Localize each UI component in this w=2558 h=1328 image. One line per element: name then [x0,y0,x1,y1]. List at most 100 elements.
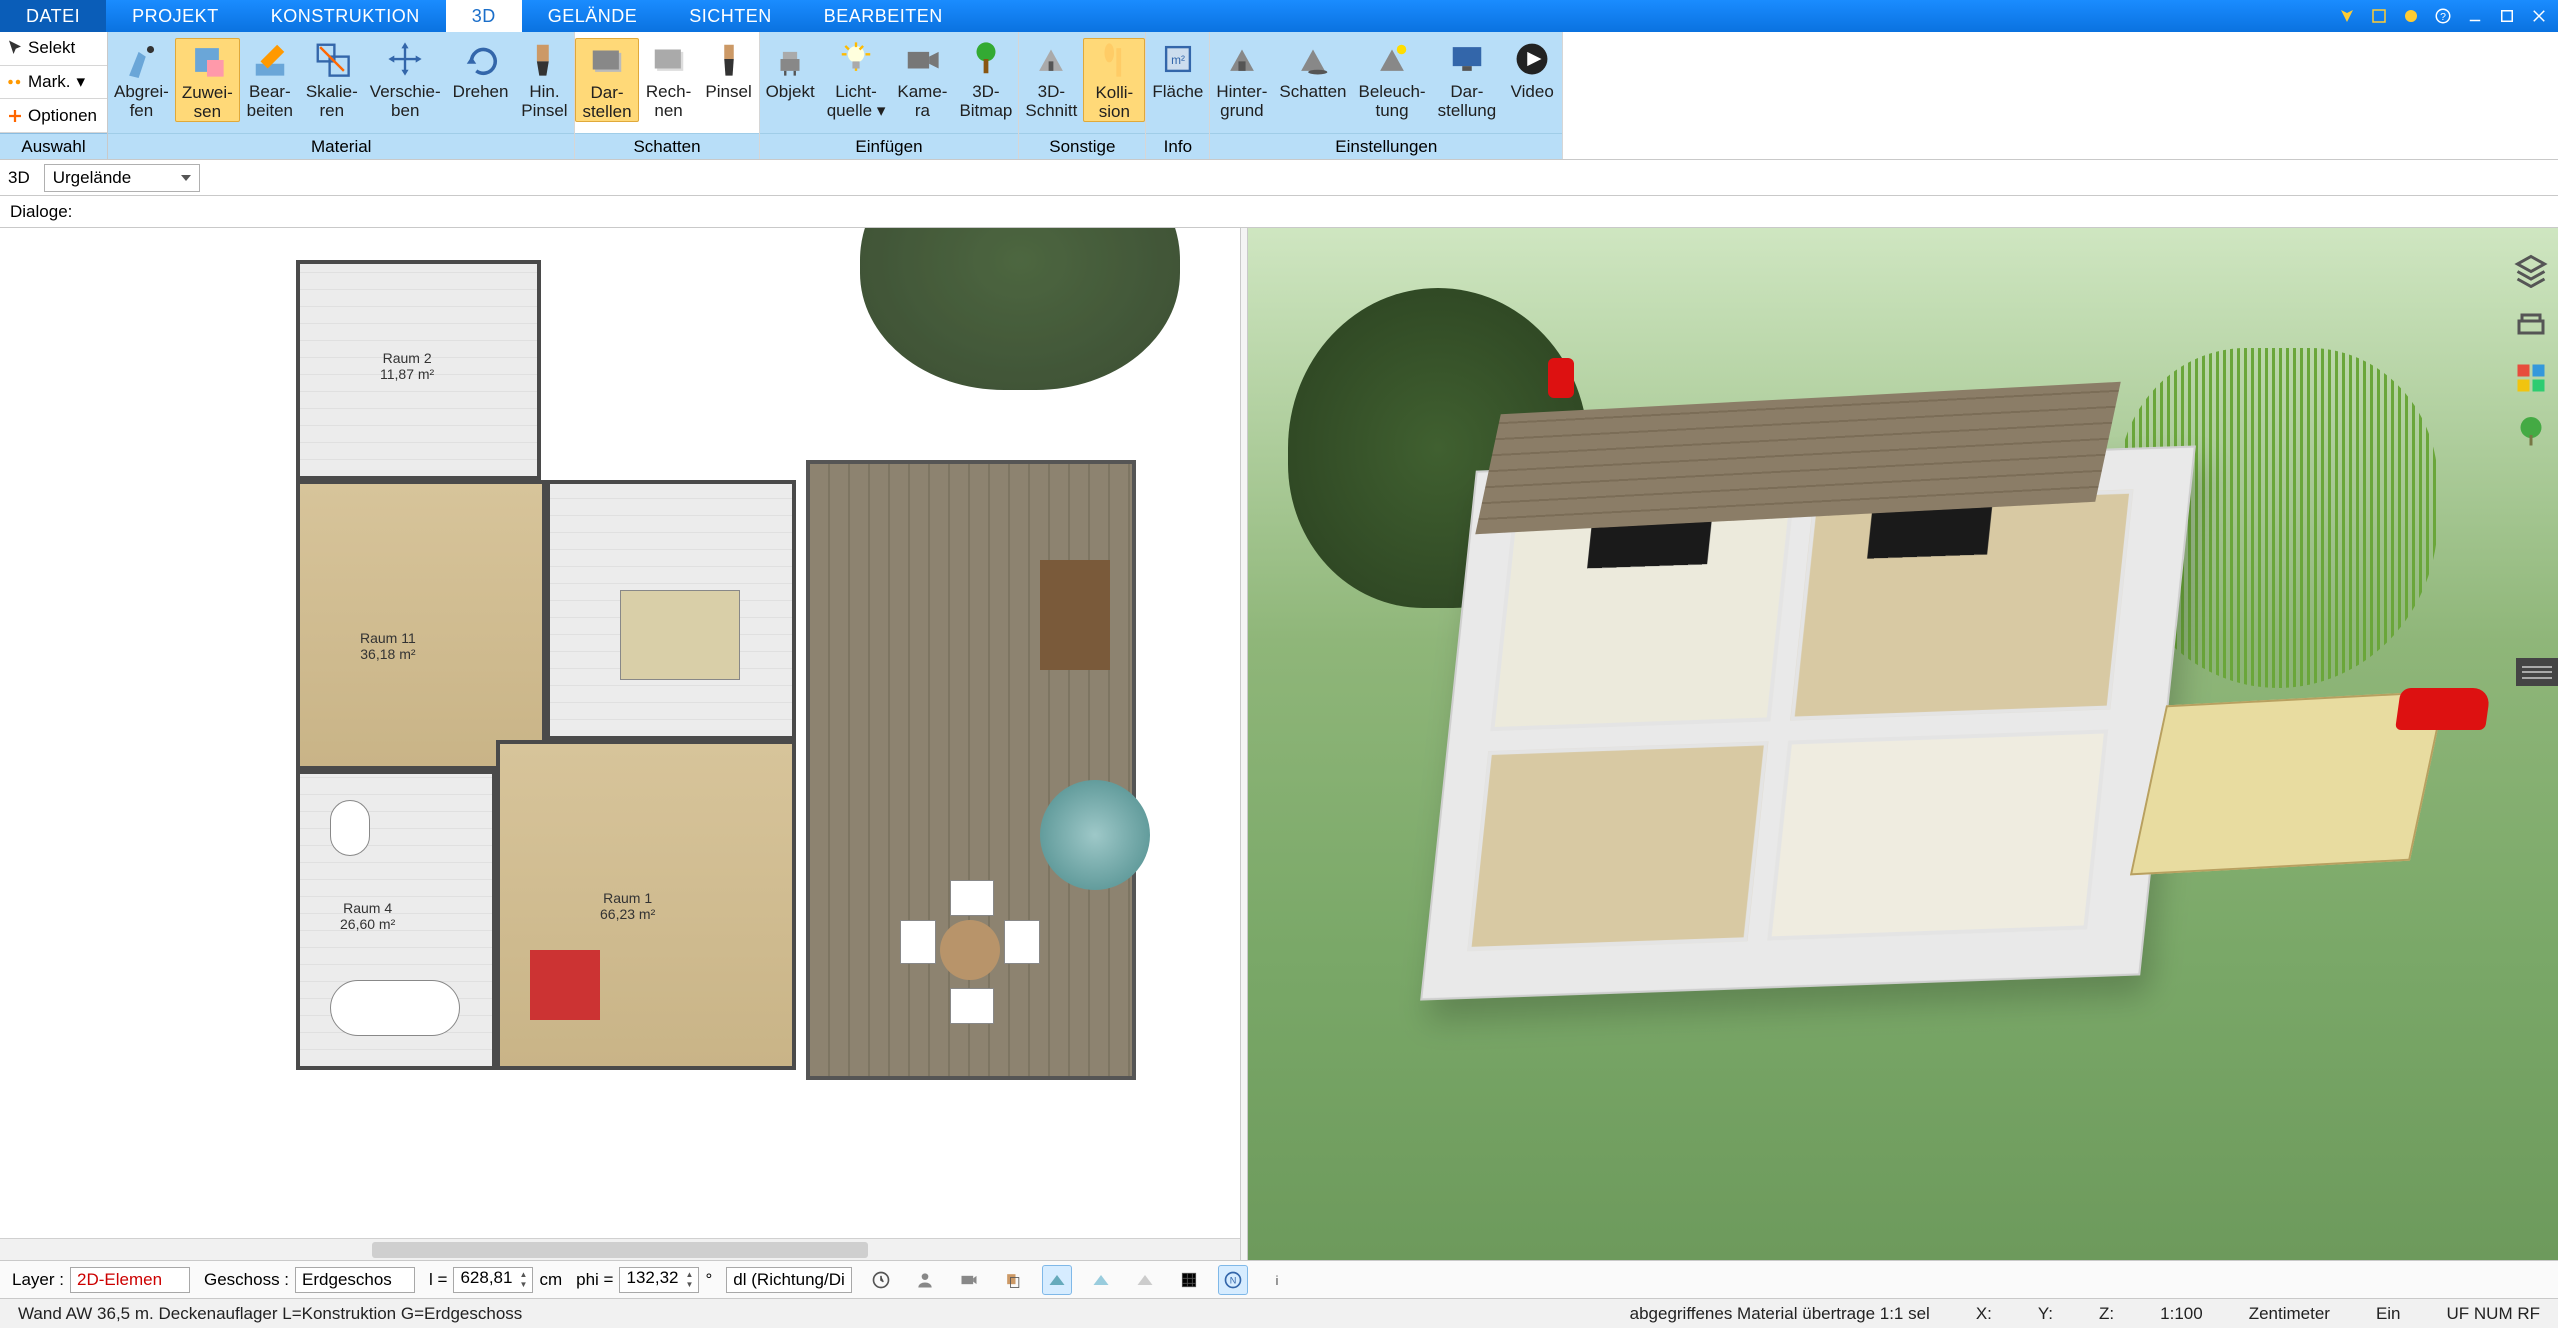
scene-3d [1248,228,2558,1260]
menu-bearbeiten[interactable]: BEARBEITEN [798,0,969,32]
ribbon-hintergrund[interactable]: Hinter- grund [1210,38,1273,120]
phi-input[interactable]: 132,32▲▼ [619,1267,699,1293]
side-selekt-label: Selekt [28,38,75,58]
app-icon-3[interactable] [2398,3,2424,29]
copy-icon[interactable] [998,1265,1028,1295]
ribbon-label: 3D- Bitmap [959,82,1012,120]
ribbon-label: Licht- quelle ▾ [827,82,886,120]
shade-1-icon[interactable] [1042,1265,1072,1295]
ribbon-label: Kame- ra [897,82,947,120]
menu-konstruktion[interactable]: KONSTRUKTION [245,0,446,32]
shade-3-icon[interactable] [1130,1265,1160,1295]
viewport-3d[interactable] [1248,228,2558,1260]
splitter[interactable] [1240,228,1248,1260]
ribbon-group-label: Sonstige [1019,133,1145,159]
minimize-icon[interactable] [2462,3,2488,29]
ribbon-flaeche[interactable]: m²Fläche [1146,38,1209,101]
drehen-icon [457,38,505,80]
layer-label: Layer : [12,1270,64,1290]
status-z: Z: [2091,1304,2122,1324]
status-scale: 1:100 [2152,1304,2211,1324]
material-palette-icon[interactable] [2513,360,2549,396]
ribbon-kamera[interactable]: Kame- ra [891,38,953,120]
layers-icon[interactable] [2513,252,2549,288]
skalieren-icon [308,38,356,80]
room-2[interactable] [296,260,541,480]
chevron-down-icon: ▾ [77,72,86,92]
ribbon-verschieben[interactable]: Verschie- ben [364,38,447,120]
app-icon-1[interactable] [2334,3,2360,29]
grid-icon[interactable] [1174,1265,1204,1295]
furniture-icon[interactable] [2513,306,2549,342]
bearbeiten-icon [246,38,294,80]
maximize-icon[interactable] [2494,3,2520,29]
camera-tool-icon[interactable] [954,1265,984,1295]
3dbitmap-icon [962,38,1010,80]
l-unit: cm [539,1270,562,1290]
ribbon-zuweisen[interactable]: Zuwei- sen [175,38,240,122]
bottom-toolbar: Layer : 2D-Elemen Geschoss : Erdgeschos … [0,1260,2558,1298]
ribbon-beleuchtung[interactable]: Beleuch- tung [1353,38,1432,120]
svg-text:N: N [1229,1275,1236,1285]
side-optionen[interactable]: Optionen [0,99,107,133]
ribbon-lichtquelle[interactable]: Licht- quelle ▾ [821,38,892,120]
geschoss-select[interactable]: Erdgeschos [295,1267,415,1293]
ribbon-objekt[interactable]: Objekt [760,38,821,101]
dialog-label: Dialoge: [10,202,72,222]
menu-gelaende[interactable]: GELÄNDE [522,0,664,32]
ribbon-skalieren[interactable]: Skalie- ren [300,38,364,120]
user-icon[interactable] [910,1265,940,1295]
ribbon-hinpinsel[interactable]: Hin. Pinsel [514,38,574,120]
menu-projekt[interactable]: PROJEKT [106,0,245,32]
ribbon-video[interactable]: Video [1502,38,1562,101]
ribbon-label: Fläche [1152,82,1203,101]
ribbon-drehen[interactable]: Drehen [447,38,515,101]
info-icon[interactable]: i [1262,1265,1292,1295]
selection-combo[interactable]: Urgelände [44,164,200,192]
kollision-icon [1090,39,1138,81]
room-1[interactable] [496,740,796,1070]
ribbon-rechnen[interactable]: Rech- nen [639,38,699,120]
side-mark[interactable]: Mark. ▾ [0,66,107,100]
l-input[interactable]: 628,81▲▼ [453,1267,533,1293]
close-icon[interactable] [2526,3,2552,29]
viewport-2d[interactable]: Raum 2 11,87 m² Raum 11 36,18 m² Raum 3 … [0,228,1240,1260]
menu-datei[interactable]: DATEI [0,0,106,32]
verschieben-icon [381,38,429,80]
menu-3d[interactable]: 3D [446,0,522,32]
north-icon[interactable]: N [1218,1265,1248,1295]
lichtquelle-icon [832,38,880,80]
ribbon-label: Beleuch- tung [1359,82,1426,120]
ribbon-label: Pinsel [705,82,751,101]
ribbon-bearbeiten[interactable]: Bear- beiten [240,38,300,120]
ribbon-3dschnitt[interactable]: 3D- Schnitt [1019,38,1083,120]
side-selekt[interactable]: Selekt [0,32,107,66]
ribbon-abgreifen[interactable]: Abgrei- fen [108,38,175,120]
ribbon-darstellung[interactable]: Dar- stellung [1432,38,1503,120]
ribbon-pinsel[interactable]: Pinsel [699,38,759,101]
tree-plan [860,228,1180,390]
drag-handle-icon[interactable] [2516,658,2558,686]
ribbon-label: Hinter- grund [1216,82,1267,120]
help-icon[interactable]: ? [2430,3,2456,29]
shade-2-icon[interactable] [1086,1265,1116,1295]
schatten-icon [1289,38,1337,80]
menu-sichten[interactable]: SICHTEN [663,0,798,32]
side-mark-label: Mark. [28,72,71,92]
layer-select[interactable]: 2D-Elemen [70,1267,190,1293]
status-ein: Ein [2368,1304,2409,1324]
dl-select[interactable]: dl (Richtung/Di [726,1267,852,1293]
context-bar: 3D Urgelände [0,160,2558,196]
ribbon-schatten[interactable]: Schatten [1273,38,1352,101]
scrollbar-2d[interactable] [0,1238,1240,1260]
clock-icon[interactable] [866,1265,896,1295]
ribbon-kollision[interactable]: Kolli- sion [1083,38,1145,122]
tree-icon[interactable] [2513,414,2549,450]
objekt-icon [766,38,814,80]
app-icon-2[interactable] [2366,3,2392,29]
ribbon-darstellen[interactable]: Dar- stellen [575,38,638,122]
chevron-down-icon [181,175,191,181]
room-11[interactable] [296,480,546,770]
ribbon-3dbitmap[interactable]: 3D- Bitmap [953,38,1018,120]
ribbon-group-label: Material [108,133,574,159]
